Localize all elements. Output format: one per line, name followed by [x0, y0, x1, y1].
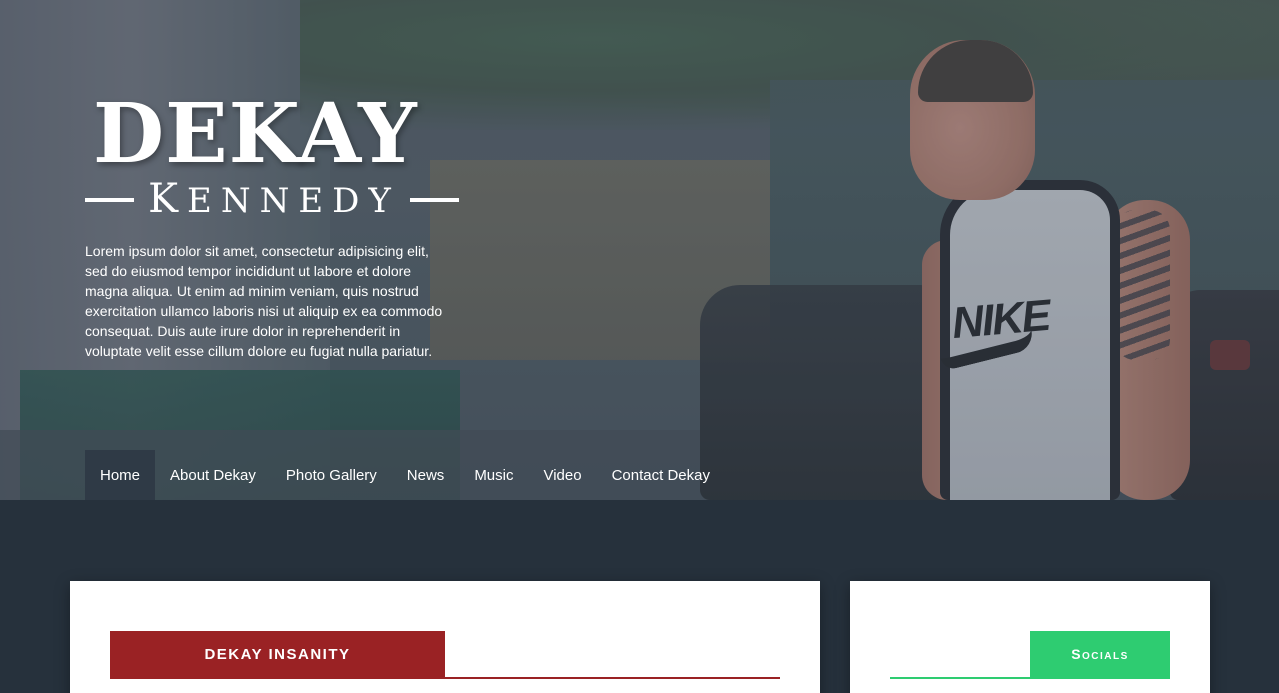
- logo-rule-left: [85, 198, 135, 202]
- nav-item-news[interactable]: News: [392, 450, 460, 500]
- socials-heading-label: Socials: [1071, 646, 1129, 662]
- main-content-card: DEKAY INSANITY: [70, 581, 820, 693]
- socials-heading-underline: [890, 677, 1170, 679]
- logo-sub-row: KENNEDY: [85, 179, 460, 221]
- logo-main-text: DEKAY: [93, 86, 418, 182]
- sidebar-card: Socials: [850, 581, 1210, 693]
- logo-rule-right: [409, 198, 460, 202]
- section-heading-socials: Socials: [1030, 631, 1170, 677]
- nav-item-about[interactable]: About Dekay: [155, 450, 271, 500]
- section-heading-dekay-insanity: DEKAY INSANITY: [110, 631, 445, 677]
- intro-paragraph: Lorem ipsum dolor sit amet, consectetur …: [85, 243, 443, 359]
- nav-item-music[interactable]: Music: [459, 450, 528, 500]
- nav-item-photo-gallery[interactable]: Photo Gallery: [271, 450, 392, 500]
- site-logo[interactable]: DEKAY KENNEDY: [85, 86, 460, 221]
- logo-sub-initial: K: [148, 176, 188, 222]
- nav-item-video[interactable]: Video: [528, 450, 596, 500]
- logo-sub-text: KENNEDY: [134, 179, 410, 221]
- nav-item-home[interactable]: Home: [85, 450, 156, 500]
- logo-sub-rest: ENNEDY: [187, 181, 400, 221]
- nav-item-contact[interactable]: Contact Dekay: [597, 450, 725, 500]
- main-nav: Home About Dekay Photo Gallery News Musi…: [85, 450, 725, 500]
- section-heading-label: DEKAY INSANITY: [204, 645, 351, 663]
- section-heading-underline: [110, 677, 780, 679]
- hero-section: NIKE DEKAY KENNEDY Lorem ipsum dolor sit…: [0, 0, 1279, 500]
